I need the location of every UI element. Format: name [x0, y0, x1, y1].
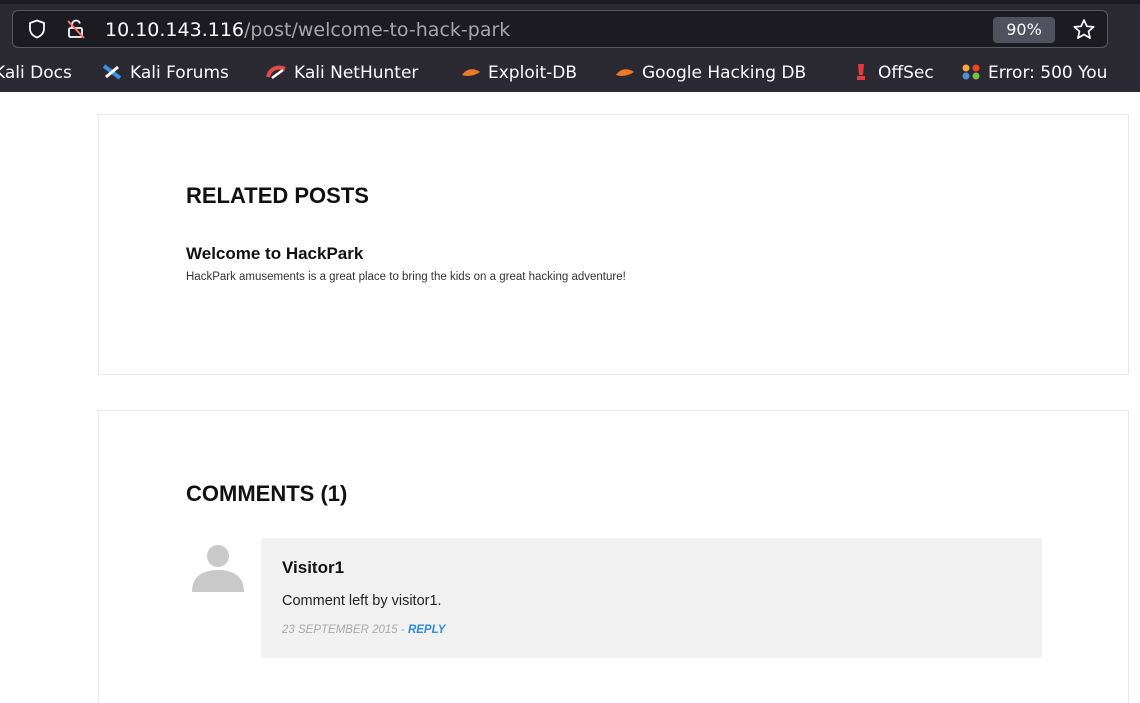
bookmark-label: Kali Forums — [130, 63, 229, 83]
bookmark-star-icon[interactable] — [1071, 17, 1097, 43]
related-post-excerpt: HackPark amusements is a great place to … — [186, 271, 626, 283]
comment-author: Visitor1 — [282, 558, 345, 577]
offsec-icon — [850, 63, 872, 81]
url-host: 10.10.143.116 — [105, 19, 245, 41]
comments-heading: COMMENTS (1) — [186, 481, 348, 506]
bookmark-label: Kali NetHunter — [294, 63, 419, 83]
comment-meta-separator: - — [397, 624, 408, 636]
zoom-level-button[interactable]: 90% — [993, 17, 1055, 43]
kali-nethunter-icon — [266, 63, 288, 81]
related-posts-card: RELATED POSTS Welcome to HackPark HackPa… — [98, 114, 1129, 375]
bookmark-offsec[interactable]: OffSec — [850, 60, 934, 86]
reply-link[interactable]: REPLY — [408, 624, 446, 636]
url-text[interactable]: 10.10.143.116/post/welcome-to-hack-park — [105, 18, 510, 42]
bookmark-error-500[interactable]: Error: 500 You — [960, 60, 1107, 86]
bookmark-google-hacking-db[interactable]: Google Hacking DB — [614, 60, 806, 86]
related-post-link[interactable]: Welcome to HackPark — [186, 244, 363, 264]
bookmark-kali-nethunter[interactable]: Kali NetHunter — [266, 60, 418, 86]
bookmark-exploit-db[interactable]: Exploit-DB — [460, 60, 577, 86]
url-bar[interactable]: 10.10.143.116/post/welcome-to-hack-park … — [12, 10, 1108, 48]
bookmarks-toolbar: Kali Docs Kali Forums Kali NetHunter Exp… — [0, 56, 1140, 90]
related-posts-heading: RELATED POSTS — [186, 183, 369, 208]
shield-icon[interactable] — [27, 19, 47, 39]
page-content: RELATED POSTS Welcome to HackPark HackPa… — [0, 92, 1140, 703]
ghdb-icon — [614, 63, 636, 81]
bookmark-kali-forums[interactable]: Kali Forums — [102, 60, 229, 86]
kali-forums-icon — [102, 63, 124, 81]
joomla-icon — [960, 63, 982, 81]
url-path: /post/welcome-to-hack-park — [244, 19, 511, 41]
comment-date: 23 SEPTEMBER 2015 — [282, 624, 398, 636]
insecure-lock-icon[interactable] — [65, 18, 87, 40]
comment-meta: 23 SEPTEMBER 2015 - REPLY — [282, 624, 445, 636]
bookmark-label: OffSec — [878, 63, 934, 83]
comment-item: Visitor1 Comment left by visitor1. 23 SE… — [261, 538, 1042, 658]
chrome-top-border — [0, 0, 1140, 4]
avatar — [191, 544, 245, 592]
bookmark-label: Kali Docs — [0, 63, 72, 83]
comment-text: Comment left by visitor1. — [282, 593, 442, 609]
bookmark-kali-docs[interactable]: Kali Docs — [0, 60, 72, 86]
bookmark-label: Error: 500 You — [988, 63, 1108, 83]
browser-chrome: 10.10.143.116/post/welcome-to-hack-park … — [0, 0, 1140, 92]
bookmark-label: Exploit-DB — [488, 63, 577, 83]
exploit-db-icon — [460, 63, 482, 81]
bookmark-label: Google Hacking DB — [642, 63, 807, 83]
comments-card: COMMENTS (1) Visitor1 Comment left by vi… — [98, 410, 1129, 703]
